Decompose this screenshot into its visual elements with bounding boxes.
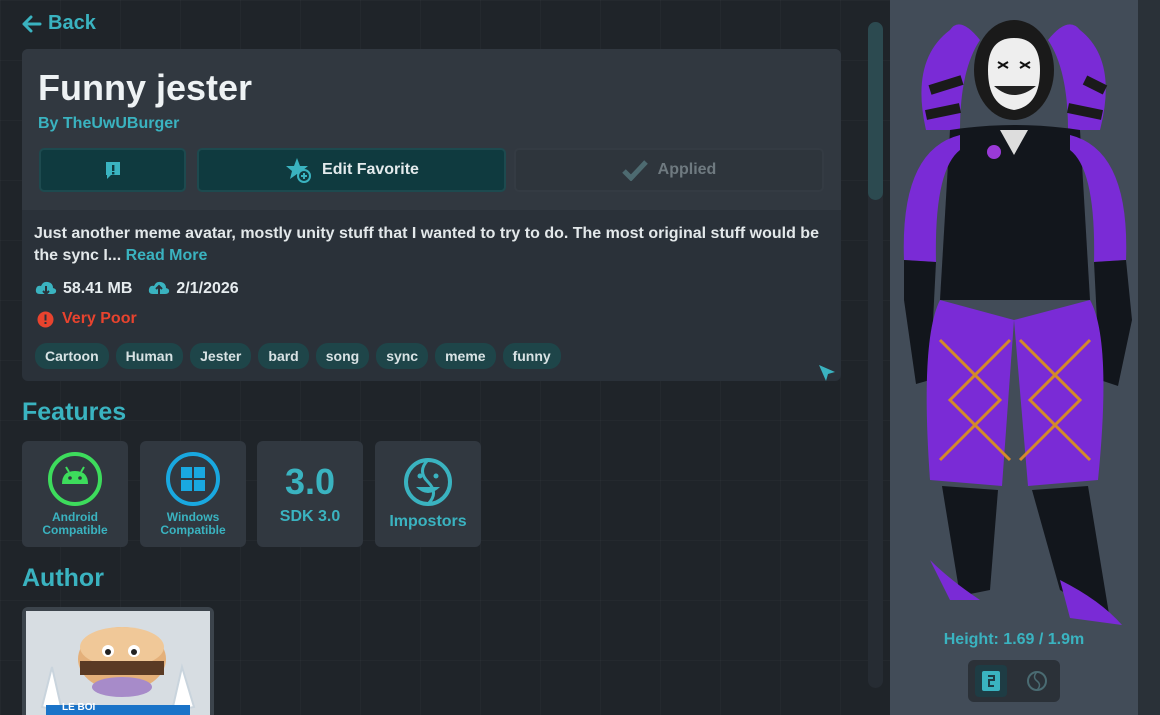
author-card[interactable]: LE BOI (22, 607, 214, 715)
avatar-preview-panel: Height: 1.69 / 1.9m (890, 0, 1138, 715)
sdk-version-badge: 3.0 (284, 461, 336, 502)
avatar-3d-preview[interactable] (890, 0, 1138, 630)
tag-item[interactable]: Jester (190, 343, 252, 369)
tag-item[interactable]: sync (376, 343, 429, 369)
tag-item[interactable]: Cartoon (35, 343, 109, 369)
edit-favorite-button[interactable]: Edit Favorite (197, 148, 506, 192)
file-size-stat: 58.41 MB (35, 280, 132, 298)
performance-label: Very Poor (62, 310, 137, 327)
scrollbar[interactable] (868, 22, 883, 688)
scroll-thumb[interactable] (868, 22, 883, 200)
star-add-icon (286, 158, 312, 183)
tag-item[interactable]: funny (502, 343, 561, 369)
avatar-details-panel: Back Funny jester By TheUwUBurger Edit F… (0, 0, 890, 715)
windows-label: Windows Compatible (160, 510, 226, 537)
upload-date: 2/1/2026 (176, 280, 239, 297)
avatar-stats: 58.41 MB 2/1/2026 (35, 280, 239, 298)
checkmark-icon (621, 160, 648, 181)
impostor-face-icon (404, 458, 452, 506)
tag-item[interactable]: bard (258, 343, 309, 369)
avatar-info-header: Funny jester By TheUwUBurger Edit Favori… (22, 49, 841, 210)
impostor-face-icon (1027, 671, 1047, 691)
avatar-height: Height: 1.69 / 1.9m (943, 631, 1085, 648)
report-button[interactable] (39, 148, 186, 192)
back-button[interactable]: Back (22, 12, 96, 35)
sdk-label: SDK 3.0 (279, 508, 341, 525)
alert-circle-icon (37, 311, 54, 327)
upload-date-stat: 2/1/2026 (148, 280, 239, 298)
android-icon (48, 452, 102, 506)
avatar-title: Funny jester (38, 67, 253, 108)
features-heading: Features (22, 398, 127, 426)
tag-item[interactable]: song (315, 343, 370, 369)
edit-favorite-label: Edit Favorite (322, 161, 419, 178)
tag-item[interactable]: Human (115, 343, 184, 369)
back-label: Back (48, 12, 96, 34)
background-edge (1138, 0, 1160, 715)
author-avatar-image (26, 611, 210, 715)
cloud-download-icon (35, 281, 57, 296)
avatar-card-icon (982, 671, 1000, 691)
cursor-icon (819, 365, 835, 381)
impostors-label: Impostors (389, 513, 467, 530)
feature-windows: Windows Compatible (140, 441, 246, 547)
performance-rating: Very Poor (37, 310, 137, 328)
windows-icon (166, 452, 220, 506)
author-link[interactable]: By TheUwUBurger (38, 115, 179, 133)
applied-label: Applied (657, 161, 717, 178)
author-banner-text: LE BOI (62, 702, 96, 713)
feature-sdk: 3.0 SDK 3.0 (257, 441, 363, 547)
author-heading: Author (22, 564, 104, 592)
android-label: Android Compatible (42, 510, 108, 537)
preview-mode-avatar[interactable] (975, 665, 1007, 697)
feature-impostors: Impostors (375, 441, 481, 547)
avatar-info-card: Funny jester By TheUwUBurger Edit Favori… (22, 49, 841, 381)
feature-android: Android Compatible (22, 441, 128, 547)
cloud-upload-icon (149, 281, 170, 294)
file-size: 58.41 MB (63, 280, 133, 297)
preview-mode-impostor[interactable] (1021, 665, 1053, 697)
tag-item[interactable]: meme (435, 343, 496, 369)
exclamation-icon (105, 162, 120, 179)
read-more-link[interactable]: Read More (126, 247, 208, 264)
tag-list: Cartoon Human Jester bard song sync meme… (35, 343, 561, 369)
applied-button[interactable]: Applied (514, 148, 824, 192)
preview-mode-toggle (968, 660, 1060, 702)
avatar-description: Just another meme avatar, mostly unity s… (34, 223, 824, 267)
arrow-left-icon (22, 15, 42, 32)
